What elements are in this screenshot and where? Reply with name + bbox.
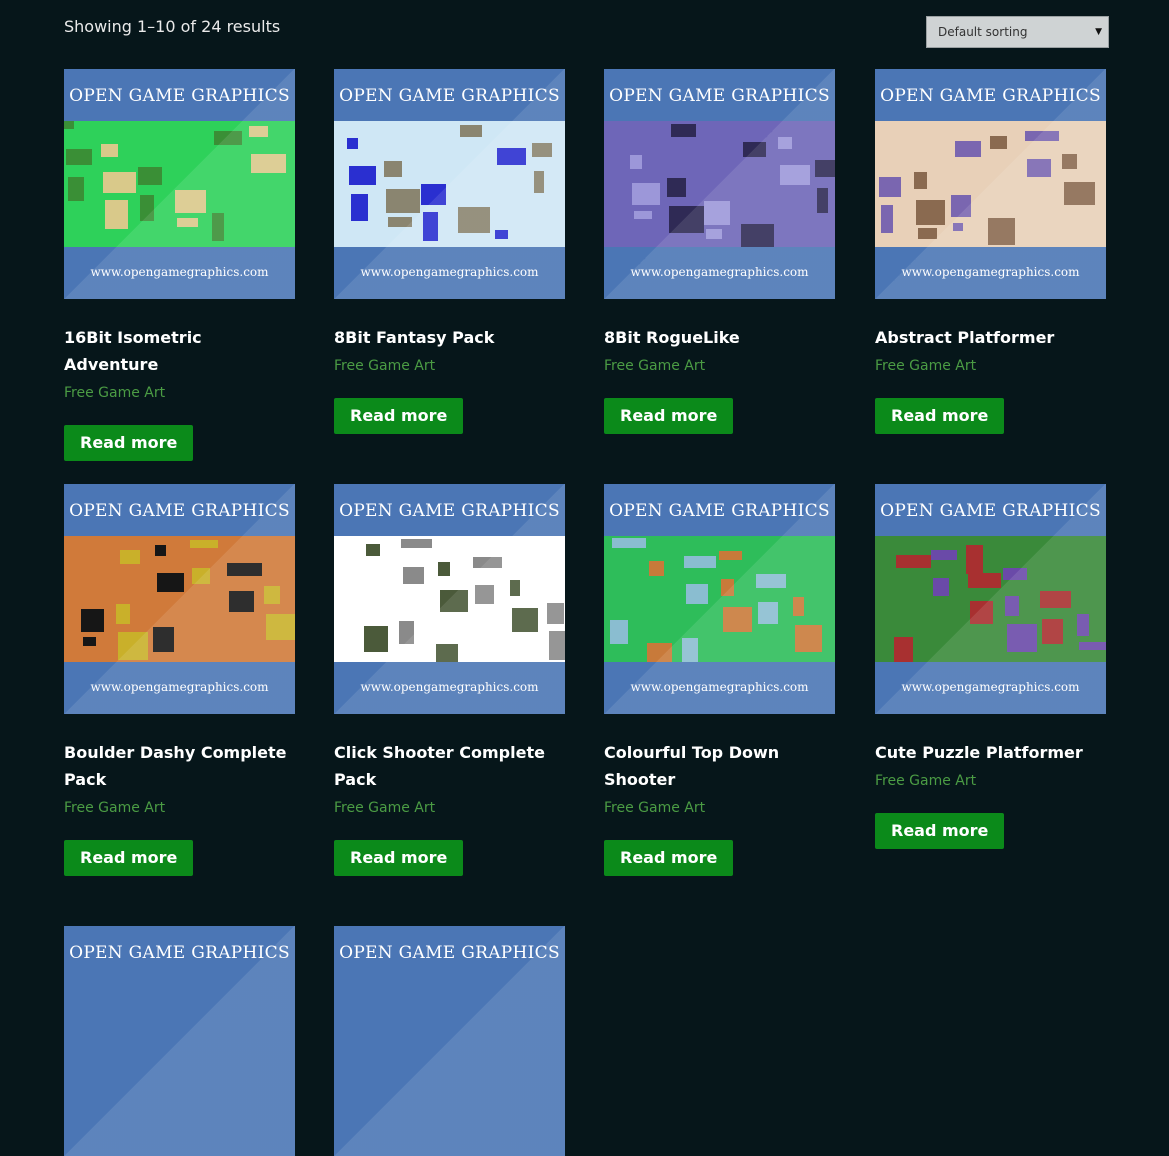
product-title[interactable]: Abstract Platformer xyxy=(875,324,1110,351)
product-category[interactable]: Free Game Art xyxy=(64,383,295,403)
product-title[interactable]: 8Bit Fantasy Pack xyxy=(334,324,569,351)
read-more-button[interactable]: Read more xyxy=(604,398,734,434)
product-card: OPEN GAME GRAPHICS www.opengamegraphics.… xyxy=(64,484,295,876)
product-category[interactable]: Free Game Art xyxy=(334,798,565,818)
product-card: OPEN GAME GRAPHICS www.opengamegraphics.… xyxy=(334,484,565,876)
thumbnail-footer: www.opengamegraphics.com xyxy=(90,680,269,694)
thumbnail-artwork xyxy=(875,536,1106,664)
thumbnail-footer: www.opengamegraphics.com xyxy=(901,265,1080,279)
thumbnail-footer: www.opengamegraphics.com xyxy=(360,265,539,279)
thumbnail-artwork xyxy=(604,121,835,253)
thumbnail-artwork xyxy=(875,121,1106,247)
thumbnail-header: OPEN GAME GRAPHICS xyxy=(609,501,830,521)
product-category[interactable]: Free Game Art xyxy=(64,798,295,818)
thumbnail-header: OPEN GAME GRAPHICS xyxy=(69,943,290,963)
thumbnail-artwork xyxy=(64,121,295,247)
product-card: OPEN GAME GRAPHICS www.opengamegraphics.… xyxy=(604,69,835,434)
thumbnail-footer: www.opengamegraphics.com xyxy=(630,680,809,694)
product-thumbnail[interactable]: OPEN GAME GRAPHICS www.opengamegraphics.… xyxy=(64,484,295,714)
product-thumbnail[interactable]: OPEN GAME GRAPHICS www.opengamegraphics.… xyxy=(604,484,835,714)
thumbnail-artwork xyxy=(334,536,565,672)
read-more-button[interactable]: Read more xyxy=(604,840,734,876)
read-more-button[interactable]: Read more xyxy=(875,813,1005,849)
product-title[interactable]: 8Bit RogueLike xyxy=(604,324,839,351)
product-title[interactable]: Colourful Top Down Shooter xyxy=(604,739,839,793)
thumbnail-artwork xyxy=(64,536,295,662)
thumbnail-header: OPEN GAME GRAPHICS xyxy=(69,86,290,106)
thumbnail-header: OPEN GAME GRAPHICS xyxy=(339,943,560,963)
product-title[interactable]: Cute Puzzle Platformer xyxy=(875,739,1110,766)
product-title[interactable]: Click Shooter Complete Pack xyxy=(334,739,569,793)
thumbnail-header: OPEN GAME GRAPHICS xyxy=(339,86,560,106)
product-category[interactable]: Free Game Art xyxy=(875,771,1106,791)
product-thumbnail[interactable]: OPEN GAME GRAPHICS xyxy=(334,926,565,1156)
product-card: OPEN GAME GRAPHICS xyxy=(64,926,295,1156)
product-card: OPEN GAME GRAPHICS www.opengamegraphics.… xyxy=(875,484,1106,849)
thumbnail-header: OPEN GAME GRAPHICS xyxy=(69,501,290,521)
product-card: OPEN GAME GRAPHICS www.opengamegraphics.… xyxy=(875,69,1106,434)
product-thumbnail[interactable]: OPEN GAME GRAPHICS www.opengamegraphics.… xyxy=(334,69,565,299)
read-more-button[interactable]: Read more xyxy=(875,398,1005,434)
product-category[interactable]: Free Game Art xyxy=(875,356,1106,376)
thumbnail-header: OPEN GAME GRAPHICS xyxy=(339,501,560,521)
product-category[interactable]: Free Game Art xyxy=(334,356,565,376)
product-title[interactable]: 16Bit Isometric Adventure xyxy=(64,324,299,378)
product-card: OPEN GAME GRAPHICS xyxy=(334,926,565,1156)
thumbnail-header: OPEN GAME GRAPHICS xyxy=(880,501,1101,521)
product-category[interactable]: Free Game Art xyxy=(604,356,835,376)
thumbnail-footer: www.opengamegraphics.com xyxy=(630,265,809,279)
product-card: OPEN GAME GRAPHICS www.opengamegraphics.… xyxy=(64,69,295,461)
product-grid: OPEN GAME GRAPHICS www.opengamegraphics.… xyxy=(0,0,1169,1156)
product-thumbnail[interactable]: OPEN GAME GRAPHICS www.opengamegraphics.… xyxy=(334,484,565,714)
product-thumbnail[interactable]: OPEN GAME GRAPHICS www.opengamegraphics.… xyxy=(64,69,295,299)
read-more-button[interactable]: Read more xyxy=(64,425,194,461)
thumbnail-artwork xyxy=(334,121,565,247)
product-thumbnail[interactable]: OPEN GAME GRAPHICS www.opengamegraphics.… xyxy=(875,69,1106,299)
thumbnail-footer: www.opengamegraphics.com xyxy=(360,680,539,694)
product-thumbnail[interactable]: OPEN GAME GRAPHICS www.opengamegraphics.… xyxy=(875,484,1106,714)
product-thumbnail[interactable]: OPEN GAME GRAPHICS xyxy=(64,926,295,1156)
product-thumbnail[interactable]: OPEN GAME GRAPHICS www.opengamegraphics.… xyxy=(604,69,835,299)
product-category[interactable]: Free Game Art xyxy=(604,798,835,818)
thumbnail-header: OPEN GAME GRAPHICS xyxy=(609,86,830,106)
thumbnail-artwork xyxy=(604,536,835,672)
product-card: OPEN GAME GRAPHICS www.opengamegraphics.… xyxy=(604,484,835,876)
thumbnail-footer: www.opengamegraphics.com xyxy=(90,265,269,279)
read-more-button[interactable]: Read more xyxy=(64,840,194,876)
read-more-button[interactable]: Read more xyxy=(334,840,464,876)
product-title[interactable]: Boulder Dashy Complete Pack xyxy=(64,739,299,793)
thumbnail-header: OPEN GAME GRAPHICS xyxy=(880,86,1101,106)
product-card: OPEN GAME GRAPHICS www.opengamegraphics.… xyxy=(334,69,565,434)
read-more-button[interactable]: Read more xyxy=(334,398,464,434)
thumbnail-footer: www.opengamegraphics.com xyxy=(901,680,1080,694)
